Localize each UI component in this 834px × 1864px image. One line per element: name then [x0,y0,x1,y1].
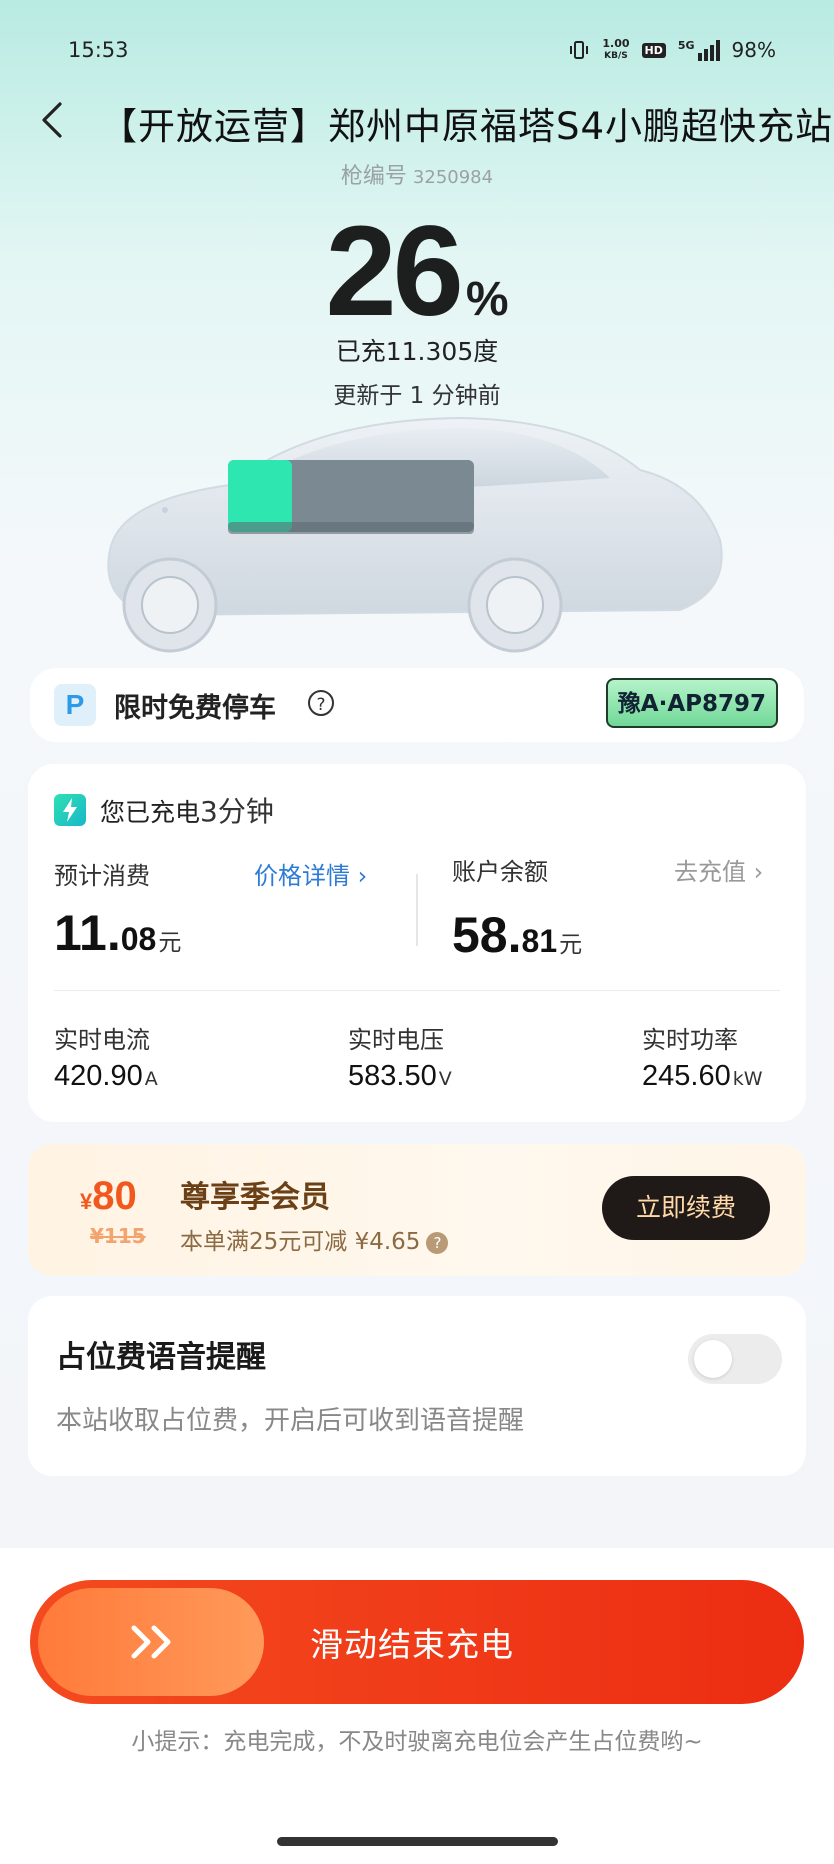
parking-icon: P [54,684,96,726]
station-title: 【开放运营】郑州中原福塔S4小鹏超快充站 [100,105,834,148]
reminder-toggle[interactable] [688,1334,782,1384]
status-time: 15:53 [68,38,129,62]
current-label: 实时电流 [54,1026,150,1054]
renew-button[interactable]: 立即续费 [602,1176,770,1240]
license-plate: 豫A·AP8797 [605,678,778,728]
charged-energy: 已充11.305度 [335,337,499,366]
session-card: 您已充电3分钟 预计消费 价格详情 › 11.08元 账户余额 去充值 › 58… [28,764,806,1122]
voltage-label: 实时电压 [348,1026,444,1054]
member-price: ¥80 [80,1174,137,1218]
member-title: 尊享季会员 [180,1180,330,1215]
help-icon[interactable]: ? [426,1231,449,1254]
divider [54,990,780,991]
status-bar: 15:53 1.00 KB/S HD 5G 98% [0,38,834,74]
vibrate-icon [570,41,589,59]
price-detail-link[interactable]: 价格详情 › [254,856,367,891]
voltage-value: 583.50 V [348,1060,452,1092]
current-value: 420.90 A [54,1060,158,1092]
member-old-price: ¥115 [90,1224,146,1248]
power-label: 实时功率 [642,1026,738,1054]
back-arrow-icon[interactable] [36,100,72,140]
help-icon[interactable]: ? [308,690,334,716]
recharge-link[interactable]: 去充值 › [674,852,763,887]
toggle-knob [694,1340,732,1378]
divider [416,874,418,946]
car-illustration [107,416,723,653]
home-indicator[interactable] [277,1837,558,1846]
balance-value: 58.81元 [452,907,583,963]
slider-handle[interactable] [38,1588,264,1696]
balance-label: 账户余额 [452,858,548,886]
occupancy-reminder-card: 占位费语音提醒 本站收取占位费，开启后可收到语音提醒 [28,1296,806,1476]
gun-number: 枪编号 3250984 [340,164,494,189]
charging-duration: 您已充电3分钟 [100,795,274,828]
status-icons: 1.00 KB/S HD 5G 98% [568,38,776,62]
battery-percent: 98% [731,38,776,62]
double-chevron-right-icon [131,1625,171,1659]
charge-percent: 26% [325,200,509,343]
net-speed: 1.00 KB/S [602,37,630,62]
parking-label: 限时免费停车 [114,693,276,724]
power-value: 245.60 kW [642,1060,763,1092]
reminder-title: 占位费语音提醒 [56,1340,266,1375]
battery-indicator [228,460,474,534]
estimated-cost-value: 11.08元 [54,905,182,961]
reminder-subtitle: 本站收取占位费，开启后可收到语音提醒 [56,1406,525,1436]
estimated-cost-label: 预计消费 [54,862,150,890]
lightning-icon [54,794,86,826]
hd-badge: HD [641,42,666,58]
slider-label: 滑动结束充电 [310,1625,514,1664]
footer-tip: 小提示：充电完成，不及时驶离充电位会产生占位费哟~ [131,1729,703,1755]
slide-to-stop-slider[interactable]: 滑动结束充电 [30,1580,804,1704]
signal-icon: 5G [678,39,720,61]
membership-banner[interactable]: ¥80 ¥115 尊享季会员 本单满25元可减 ¥4.65? 立即续费 [28,1144,806,1276]
member-subtitle: 本单满25元可减 ¥4.65? [180,1222,449,1256]
parking-card[interactable]: P 限时免费停车 ? 豫A·AP8797 [30,668,804,742]
